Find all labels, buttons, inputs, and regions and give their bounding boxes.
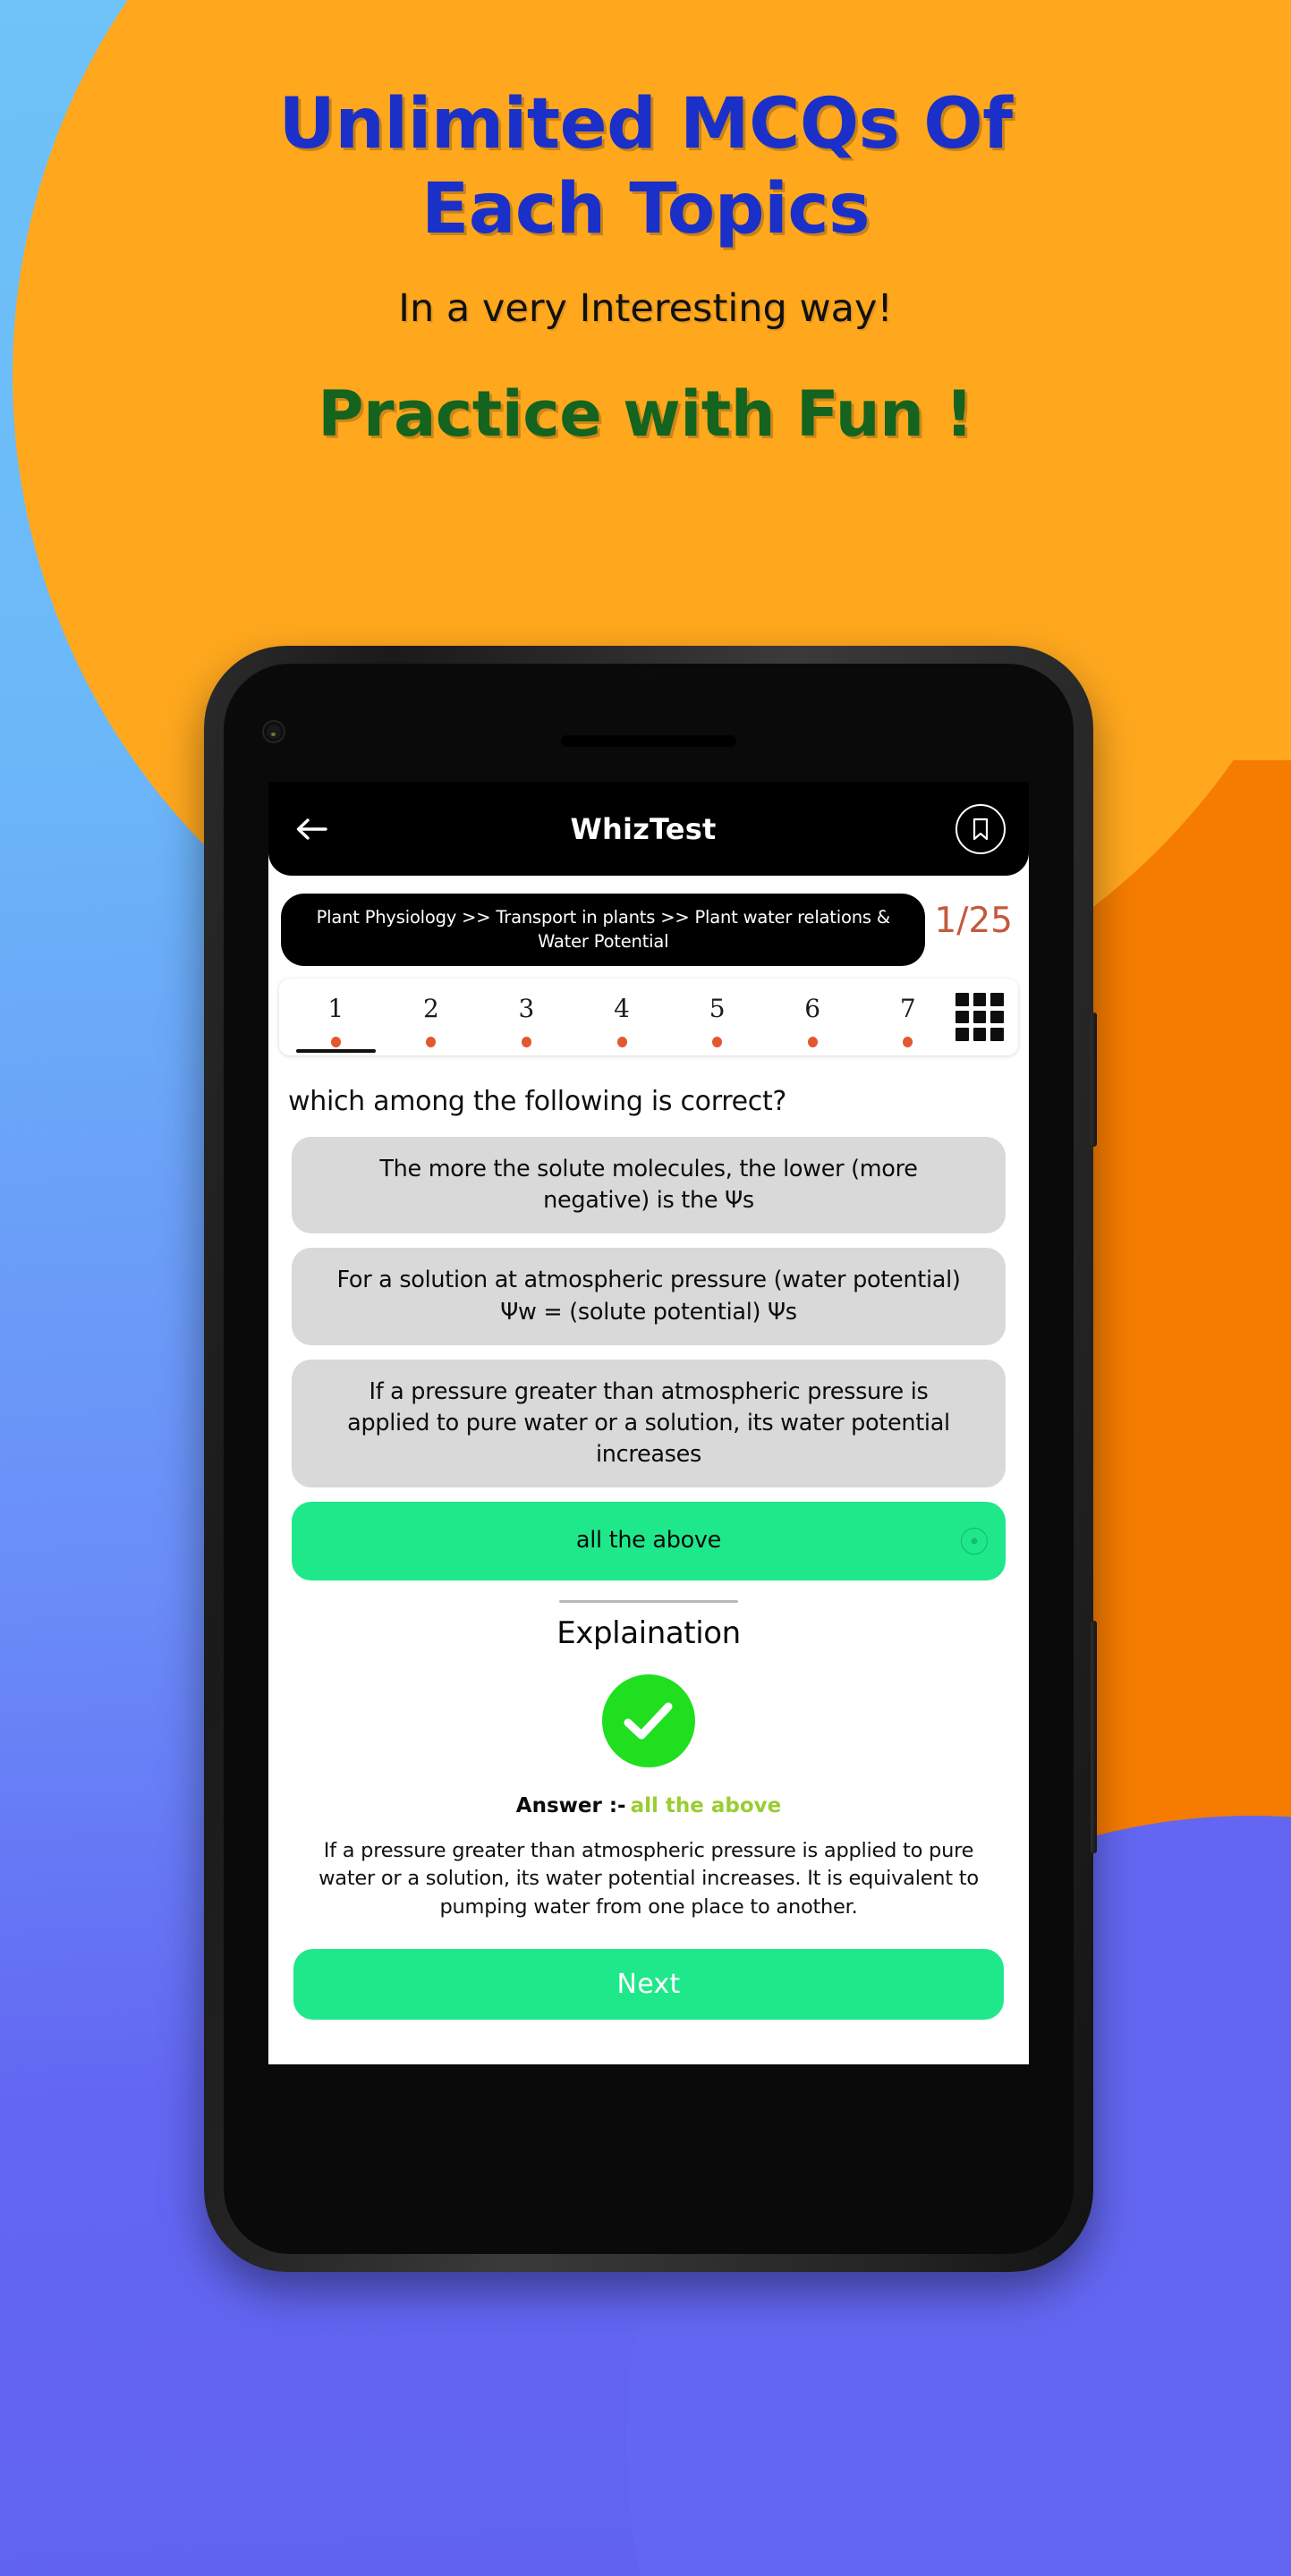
answer-line: Answer :- all the above [268,1794,1029,1818]
pager-status-dot [521,1036,531,1047]
phone-top-notch [645,664,652,682]
next-button-wrap: Next [268,1922,1029,2021]
pager-status-dot [903,1036,913,1047]
phone-power-button [1091,1621,1097,1853]
pager-item-6[interactable]: 6 [765,987,861,1047]
pager-item-5[interactable]: 5 [669,987,765,1047]
app-title: WhizTest [570,811,717,846]
option-1[interactable]: The more the solute molecules, the lower… [292,1137,1006,1234]
answer-label: Answer :- [515,1793,626,1818]
pager-number: 7 [899,993,916,1023]
divider [559,1599,738,1603]
question-counter: 1/25 [934,901,1013,941]
promo-block: Unlimited MCQs Of Each Topics In a very … [0,0,1291,451]
explanation-title: Explaination [556,1614,741,1651]
breadcrumb: Plant Physiology >> Transport in plants … [281,894,926,967]
pager-status-dot [807,1036,818,1047]
front-camera-icon [267,724,281,739]
phone-mockup: WhizTest Plant Physiology >> Transport i… [204,646,1097,2272]
arrow-left-icon[interactable] [292,809,331,849]
option-4-label: all the above [575,1527,722,1555]
pager-item-2[interactable]: 2 [384,987,480,1047]
pager-item-4[interactable]: 4 [574,987,670,1047]
pager-number: 2 [422,993,439,1023]
answer-value: all the above [630,1793,782,1818]
promo-headline-line1: Unlimited MCQs Of [278,84,1013,165]
app-screen: WhizTest Plant Physiology >> Transport i… [268,782,1029,2064]
earpiece-speaker [561,735,736,747]
pager-number: 1 [327,993,344,1023]
pager-item-3[interactable]: 3 [479,987,574,1047]
app-bar: WhizTest [268,782,1029,876]
radio-selected-icon [961,1527,988,1555]
pager-status-dot [426,1036,437,1047]
check-circle-icon [602,1674,695,1767]
phone-volume-button [1091,1013,1097,1147]
promo-headline: Unlimited MCQs Of Each Topics [0,0,1291,252]
pager-status-dot [712,1036,723,1047]
pager-item-1[interactable]: 1 [288,987,384,1053]
pager-number: 6 [804,993,821,1023]
pager-number: 4 [614,993,630,1023]
option-4[interactable]: all the above [292,1502,1006,1580]
pager-item-7[interactable]: 7 [860,987,956,1047]
promo-headline-line2: Each Topics [420,169,871,250]
pager-number: 5 [709,993,726,1023]
result-icon-wrap [268,1674,1029,1767]
pager-number: 3 [518,993,535,1023]
next-button[interactable]: Next [293,1949,1004,2021]
option-2[interactable]: For a solution at atmospheric pressure (… [292,1248,1006,1345]
question-pager: 1 2 3 4 5 6 7 [279,979,1018,1056]
phone-bezel: WhizTest Plant Physiology >> Transport i… [224,664,1074,2254]
promo-subtitle: In a very Interesting way! [398,286,893,332]
grid-view-icon[interactable] [956,993,1004,1042]
promo-cta-text: Practice with Fun ! [318,377,973,452]
explanation-body: If a pressure greater than atmospheric p… [319,1838,979,1919]
screenshot-canvas: Unlimited MCQs Of Each Topics In a very … [0,0,1291,2576]
pager-status-dot [616,1036,627,1047]
pager-items: 1 2 3 4 5 6 7 [288,987,956,1053]
question-text: which among the following is correct? [288,1086,787,1118]
bookmark-icon[interactable] [956,803,1006,854]
breadcrumb-row: Plant Physiology >> Transport in plants … [268,876,1029,967]
pager-status-dot [330,1036,341,1047]
options-list: The more the solute molecules, the lower… [268,1117,1029,1580]
option-3[interactable]: If a pressure greater than atmospheric p… [292,1359,1006,1488]
